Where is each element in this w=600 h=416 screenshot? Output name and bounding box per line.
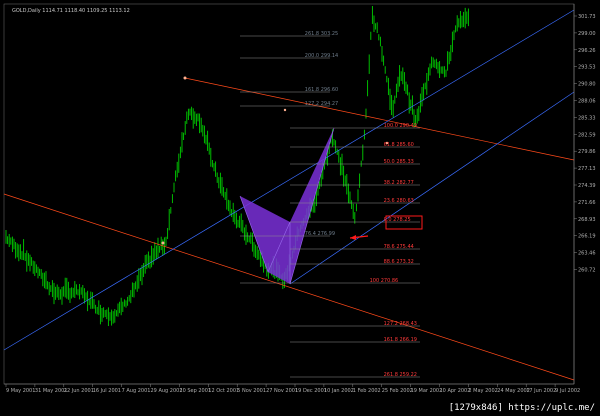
- time-axis-label: 10 Jan 2002: [324, 388, 354, 394]
- fib-level-label: 50.0 285.33: [384, 159, 414, 165]
- fib-level-label: 78.6 275.44: [384, 244, 414, 250]
- time-axis-label: 12 Oct 2001: [208, 388, 239, 394]
- time-axis-label: 16 Jul 2001: [93, 388, 121, 394]
- time-axis-label: 31 May 2001: [35, 388, 68, 394]
- time-axis-label: 19 Mar 2002: [411, 388, 443, 394]
- time-axis-label: 24 May 2002: [497, 388, 530, 394]
- price-axis-label: 301.73: [578, 14, 596, 20]
- fib-level-label: 161.8 296.60: [305, 87, 338, 93]
- time-axis-label: 10 Apr 2002: [440, 388, 471, 394]
- time-axis-label: 2 May 2002: [468, 388, 497, 394]
- price-axis-label: 290.80: [578, 82, 596, 88]
- time-axis-label: 9 Jul 2002: [555, 388, 580, 394]
- fib-level-label: 100.0 290.49: [384, 123, 417, 129]
- fib-level-label: 61.8 285.60: [384, 142, 414, 148]
- price-axis-label: 263.46: [578, 251, 596, 257]
- price-axis-label: 288.06: [578, 99, 596, 105]
- price-axis-label: 282.59: [578, 132, 596, 138]
- price-chart[interactable]: GOLD,Daily 1114.71 1118.40 1109.25 1113.…: [0, 0, 600, 416]
- symbol-info: GOLD,Daily 1114.71 1118.40 1109.25 1113.…: [12, 8, 130, 14]
- price-axis-label: 296.26: [578, 48, 596, 54]
- fib-level-label: 88.6 273.32: [384, 259, 414, 265]
- price-axis-label: 293.53: [578, 65, 596, 71]
- price-axis-label: 274.39: [578, 183, 596, 189]
- fib-level-label: 23.6 280.63: [384, 198, 414, 204]
- price-axis-label: 266.19: [578, 234, 596, 240]
- fib-level-label: 200.0 299.14: [305, 53, 338, 59]
- time-axis-label: 9 May 2001: [6, 388, 35, 394]
- time-axis-label: 5 Nov 2001: [237, 388, 266, 394]
- fib-level-label: 76.4 276.99: [305, 231, 335, 237]
- fib-level-label: 127.2 268.43: [384, 321, 417, 327]
- fib-level-label: 100 270.86: [370, 278, 399, 284]
- time-axis-label: 27 Nov 2001: [266, 388, 298, 394]
- fib-level-label: 38.2 282.77: [384, 180, 414, 186]
- price-axis-label: 277.13: [578, 166, 596, 172]
- price-axis-label: 268.93: [578, 217, 596, 223]
- watermark: [1279x846] https://uplc.me/: [445, 403, 598, 414]
- price-axis-label: 271.66: [578, 200, 596, 206]
- time-axis-label: 25 Feb 2002: [382, 388, 413, 394]
- fib-level-label: 261.8 303.25: [305, 31, 338, 37]
- fib-level-label: 127.2 294.27: [305, 101, 338, 107]
- fib-level-label: 161.8 266.19: [384, 337, 417, 343]
- price-axis-label: 260.72: [578, 268, 596, 274]
- fib-level-label: 261.8 259.22: [384, 372, 417, 378]
- price-axis-label: 279.86: [578, 149, 596, 155]
- time-axis-label: 1 Feb 2002: [353, 388, 381, 394]
- time-axis-label: 20 Sep 2001: [179, 388, 211, 394]
- fib-level-label: 0.0 278.25: [384, 217, 411, 223]
- price-axis-label: 299.00: [578, 31, 596, 37]
- time-axis-label: 29 Aug 2001: [151, 388, 183, 394]
- time-axis-label: 17 Jun 2002: [526, 388, 556, 394]
- price-axis-label: 285.33: [578, 115, 596, 121]
- time-axis-label: 19 Dec 2001: [295, 388, 327, 394]
- time-axis-label: 22 Jun 2001: [64, 388, 94, 394]
- time-axis-label: 7 Aug 2001: [122, 388, 151, 394]
